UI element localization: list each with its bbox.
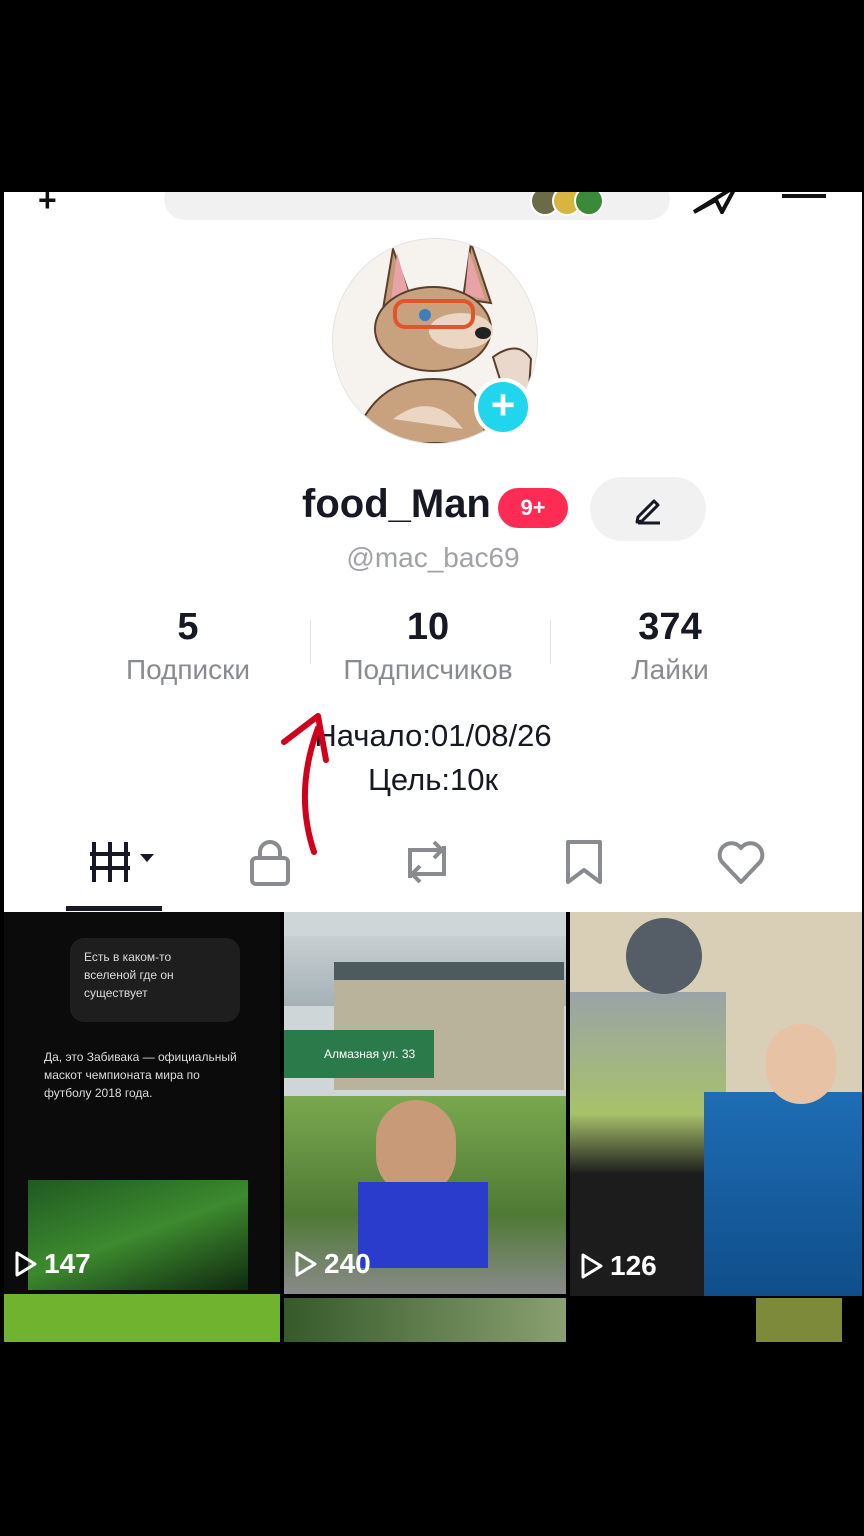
caption-answer: Да, это Забивака — официальный маскот че… <box>44 1050 237 1100</box>
person-right-head <box>766 1024 836 1104</box>
video-thumbnail[interactable] <box>284 1298 566 1342</box>
profile-handle: @mac_bac69 <box>346 542 520 573</box>
stat-likes-value: 374 <box>638 606 702 648</box>
profile-bio: Начало:01/08/26 Цель:10к <box>4 714 862 802</box>
viewer-avatars <box>530 192 604 221</box>
play-icon <box>295 1251 317 1277</box>
pencil-icon <box>635 499 660 525</box>
heart-icon <box>717 841 765 884</box>
profile-screen: + + food_Man 9+ @mac_bac69 5 Подписки 10… <box>4 192 862 1342</box>
add-friend-icon[interactable]: + <box>38 192 57 219</box>
content-tabs <box>4 822 862 912</box>
street-sign: Алмазная ул. 33 <box>284 1030 434 1078</box>
tab-reposts[interactable] <box>400 838 454 891</box>
stat-likes-label: Лайки <box>631 654 709 685</box>
tab-videos[interactable] <box>88 838 160 891</box>
play-icon <box>15 1251 37 1277</box>
stat-following[interactable]: 5 Подписки <box>68 604 308 690</box>
view-count-value: 240 <box>324 1248 371 1279</box>
stat-divider <box>310 620 311 664</box>
video-thumbnail[interactable]: Алмазная ул. 33 240 <box>284 912 566 1294</box>
notification-badge[interactable]: 9+ <box>498 488 568 528</box>
lock-icon <box>250 840 290 886</box>
tab-liked[interactable] <box>716 838 766 891</box>
tab-favorites[interactable] <box>564 838 604 891</box>
bio-line-start: Начало:01/08/26 <box>314 718 552 753</box>
video-thumbnail[interactable] <box>4 1294 280 1342</box>
stat-followers-value: 10 <box>406 606 450 648</box>
stat-likes[interactable]: 374 Лайки <box>550 604 790 690</box>
stat-following-label: Подписки <box>125 654 251 685</box>
stat-divider <box>550 620 551 664</box>
active-tab-indicator <box>66 906 162 911</box>
caption-question: Есть в каком-то вселеной где он существу… <box>70 938 240 1022</box>
stat-followers[interactable]: 10 Подписчиков <box>308 604 548 690</box>
add-avatar-button[interactable]: + <box>474 378 532 436</box>
play-icon <box>581 1253 603 1279</box>
grid-icon <box>90 842 154 882</box>
view-count: 240 <box>294 1248 371 1280</box>
bio-line-goal: Цель:10к <box>367 762 499 797</box>
character-body <box>358 1182 488 1268</box>
share-icon[interactable] <box>692 192 742 214</box>
tab-private[interactable] <box>248 838 292 891</box>
view-count: 126 <box>580 1250 657 1282</box>
video-grid: Есть в каком-то вселеной где он существу… <box>4 912 862 1342</box>
stat-followers-label: Подписчиков <box>343 654 513 685</box>
person-right <box>704 1092 862 1296</box>
video-thumbnail[interactable]: Есть в каком-то вселеной где он существу… <box>4 912 280 1294</box>
person-left-head <box>626 918 702 994</box>
profile-name: food_Man <box>302 482 491 526</box>
menu-icon[interactable] <box>782 194 826 198</box>
edit-profile-button[interactable] <box>590 477 706 541</box>
top-bar: + <box>4 192 862 222</box>
video-thumbnail[interactable] <box>756 1298 842 1342</box>
bookmark-icon <box>566 840 602 884</box>
stat-following-value: 5 <box>177 606 199 648</box>
stats-row: 5 Подписки 10 Подписчиков 374 Лайки <box>4 604 862 704</box>
view-count-value: 147 <box>44 1248 91 1279</box>
view-count-value: 126 <box>610 1250 657 1281</box>
repost-icon <box>408 840 446 884</box>
video-thumbnail[interactable]: 126 <box>570 912 862 1296</box>
view-count: 147 <box>14 1248 91 1280</box>
